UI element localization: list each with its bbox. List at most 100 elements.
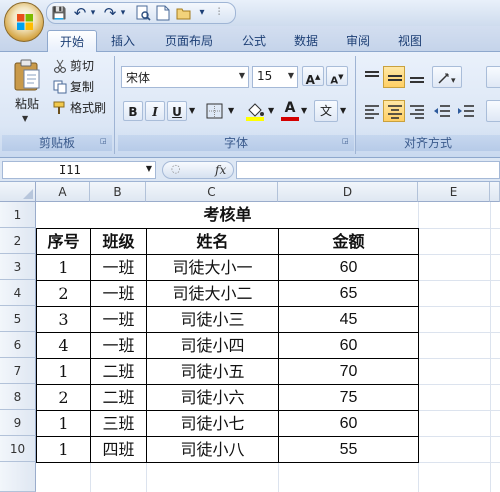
tab-formulas[interactable]: 公式: [232, 30, 276, 52]
paste-dropdown-icon[interactable]: ▼: [22, 114, 32, 123]
row-header[interactable]: 3: [0, 254, 36, 280]
font-size-dropdown-icon[interactable]: ▼: [288, 71, 294, 80]
table-cell[interactable]: 2: [37, 281, 90, 306]
align-right-icon[interactable]: [407, 102, 427, 120]
toolbar-more-icon[interactable]: ▾: [196, 4, 208, 22]
table-cell[interactable]: 3: [37, 307, 90, 332]
table-cell[interactable]: 司徒小八: [147, 437, 278, 462]
paste-button[interactable]: 粘贴: [10, 95, 44, 113]
tab-view[interactable]: 视图: [388, 30, 432, 52]
open-folder-icon[interactable]: [176, 5, 192, 21]
table-cell[interactable]: 三班: [91, 411, 146, 436]
font-size-box[interactable]: 15 ▼: [252, 66, 298, 88]
table-cell[interactable]: 司徒大小二: [147, 281, 278, 306]
table-cell[interactable]: 司徒小六: [147, 385, 278, 410]
row-header[interactable]: [0, 462, 36, 492]
redo-dropdown-icon[interactable]: ▾: [118, 4, 128, 22]
table-cell[interactable]: 一班: [91, 255, 146, 280]
table-cell[interactable]: 65: [279, 281, 418, 306]
row-header[interactable]: 10: [0, 436, 36, 462]
align-center-button[interactable]: [383, 100, 405, 122]
increase-indent-icon[interactable]: [456, 102, 476, 120]
header-cell[interactable]: 金额: [279, 229, 418, 254]
tab-home[interactable]: 开始: [47, 30, 97, 52]
table-cell[interactable]: 60: [279, 411, 418, 436]
copy-icon[interactable]: [53, 80, 67, 94]
worksheet-grid[interactable]: A B C D E 1 2 3 4 5 6 7 8 9 10 考核单 序号 班级…: [0, 182, 500, 492]
save-icon[interactable]: 💾: [50, 4, 68, 22]
table-cell[interactable]: 二班: [91, 385, 146, 410]
grow-font-button[interactable]: A▲: [302, 66, 324, 87]
table-cell[interactable]: 一班: [91, 333, 146, 358]
table-cell[interactable]: 司徒大小一: [147, 255, 278, 280]
cut-button[interactable]: 剪切: [70, 57, 94, 75]
align-left-icon[interactable]: [362, 102, 382, 120]
table-cell[interactable]: 四班: [91, 437, 146, 462]
table-cell[interactable]: 55: [279, 437, 418, 462]
cut-icon[interactable]: [53, 59, 67, 73]
table-cell[interactable]: 1: [37, 411, 90, 436]
table-cell[interactable]: 60: [279, 333, 418, 358]
row-header[interactable]: 5: [0, 306, 36, 332]
table-cell[interactable]: 2: [37, 385, 90, 410]
underline-button[interactable]: U: [167, 101, 187, 121]
wrap-text-button[interactable]: [486, 66, 500, 88]
table-cell[interactable]: 4: [37, 333, 90, 358]
borders-dropdown-icon[interactable]: ▼: [228, 106, 234, 115]
formula-input[interactable]: [236, 161, 500, 179]
table-cell[interactable]: 1: [37, 255, 90, 280]
font-color-dropdown-icon[interactable]: ▼: [301, 106, 307, 115]
table-cell[interactable]: 1: [37, 359, 90, 384]
redo-icon[interactable]: ↷: [102, 4, 118, 22]
orientation-button[interactable]: ▾: [432, 66, 462, 88]
italic-button[interactable]: I: [145, 101, 165, 121]
underline-dropdown-icon[interactable]: ▼: [189, 106, 195, 115]
tab-insert[interactable]: 插入: [101, 30, 145, 52]
phonetic-dropdown-icon[interactable]: ▼: [340, 106, 346, 115]
new-document-icon[interactable]: [156, 5, 170, 21]
row-header[interactable]: 8: [0, 384, 36, 410]
table-cell[interactable]: 70: [279, 359, 418, 384]
paste-icon[interactable]: [12, 58, 42, 92]
print-preview-icon[interactable]: [136, 5, 151, 21]
borders-icon[interactable]: [205, 102, 225, 120]
undo-dropdown-icon[interactable]: ▾: [88, 4, 98, 22]
tab-page-layout[interactable]: 页面布局: [155, 30, 223, 52]
row-header[interactable]: 1: [0, 202, 36, 228]
table-cell[interactable]: 60: [279, 255, 418, 280]
format-painter-button[interactable]: 格式刷: [70, 99, 106, 117]
table-cell[interactable]: 一班: [91, 307, 146, 332]
decrease-indent-icon[interactable]: [432, 102, 452, 120]
phonetic-guide-button[interactable]: 文: [314, 100, 338, 122]
column-header[interactable]: E: [418, 182, 490, 202]
font-name-box[interactable]: 宋体 ▼: [121, 66, 249, 88]
copy-button[interactable]: 复制: [70, 78, 94, 96]
table-cell[interactable]: 1: [37, 437, 90, 462]
row-header[interactable]: 6: [0, 332, 36, 358]
header-cell[interactable]: 姓名: [147, 229, 278, 254]
tab-data[interactable]: 数据: [284, 30, 328, 52]
format-painter-icon[interactable]: [53, 101, 67, 115]
column-header[interactable]: A: [36, 182, 90, 202]
table-cell[interactable]: 一班: [91, 281, 146, 306]
column-header[interactable]: D: [278, 182, 418, 202]
merge-center-button[interactable]: [486, 100, 500, 122]
column-header[interactable]: C: [146, 182, 278, 202]
clipboard-dialog-launcher-icon[interactable]: ◲: [100, 137, 108, 145]
bottom-align-icon[interactable]: [407, 68, 427, 86]
fill-color-icon[interactable]: [244, 100, 266, 122]
table-cell[interactable]: 75: [279, 385, 418, 410]
column-header[interactable]: B: [90, 182, 146, 202]
office-button[interactable]: [4, 2, 44, 42]
row-header[interactable]: 7: [0, 358, 36, 384]
insert-function-icon[interactable]: fx: [215, 163, 226, 177]
column-header[interactable]: [490, 182, 500, 202]
header-cell[interactable]: 序号: [37, 229, 90, 254]
header-cell[interactable]: 班级: [91, 229, 146, 254]
table-cell[interactable]: 司徒小五: [147, 359, 278, 384]
tab-review[interactable]: 审阅: [336, 30, 380, 52]
row-header[interactable]: 9: [0, 410, 36, 436]
table-cell[interactable]: 司徒小三: [147, 307, 278, 332]
table-cell[interactable]: 45: [279, 307, 418, 332]
name-box-dropdown-icon[interactable]: ▼: [146, 164, 152, 173]
